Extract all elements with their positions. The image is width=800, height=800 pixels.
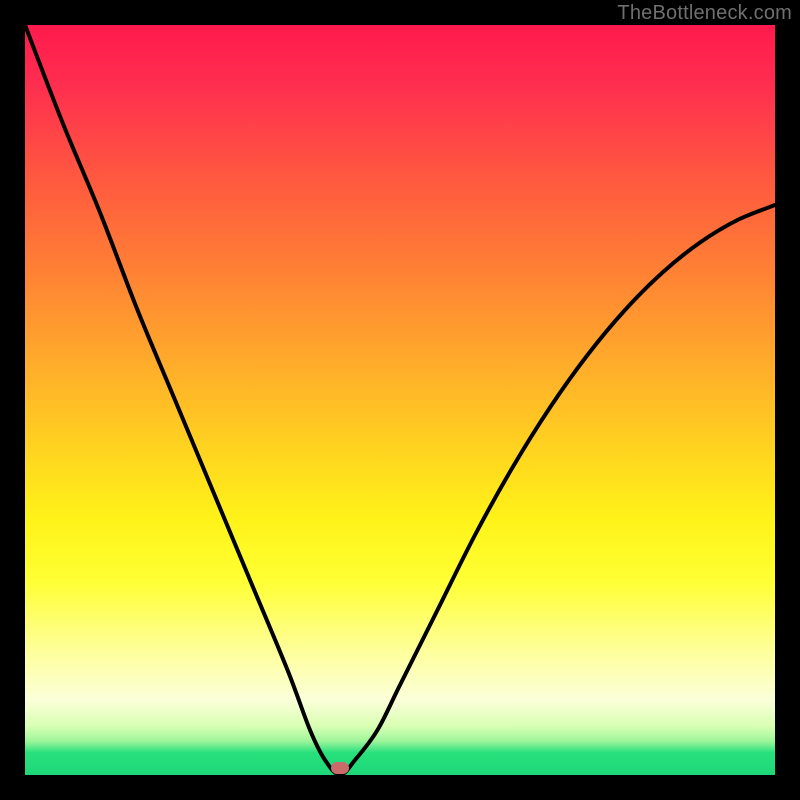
chart-frame: TheBottleneck.com	[0, 0, 800, 800]
bottleneck-curve	[25, 25, 775, 775]
plot-area	[25, 25, 775, 775]
watermark-text: TheBottleneck.com	[617, 2, 792, 25]
optimal-point-marker	[331, 762, 349, 774]
